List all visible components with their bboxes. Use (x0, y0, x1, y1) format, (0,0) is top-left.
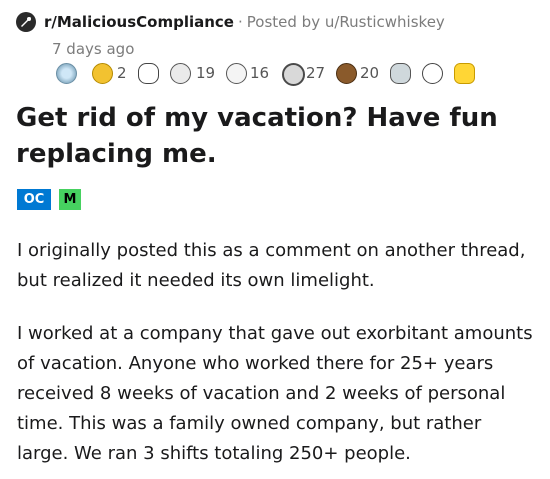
awards-bar[interactable]: 2 19 16 27 20 (56, 62, 536, 86)
post-body-paragraph-1: I originally posted this as a comment on… (17, 240, 526, 291)
snoo-award-icon (422, 63, 443, 84)
silver-coin-award-icon (282, 63, 305, 86)
gold-upvote-award-icon (454, 63, 475, 84)
flair-m[interactable]: M (59, 189, 81, 210)
mind-blown-award-icon (390, 63, 411, 84)
award-count: 16 (250, 64, 270, 82)
award-count: 2 (117, 64, 127, 82)
post-meta-line: r/MaliciousCompliance · Posted by u/Rustic… (44, 13, 445, 31)
author-link[interactable]: u/Rusticwhiskey (325, 13, 445, 31)
post-body-paragraph-2: I worked at a company that gave out exor… (17, 323, 533, 464)
flair-oc[interactable]: OC (17, 189, 51, 210)
wholesome-hands-award-icon (138, 63, 159, 84)
meta-separator: · (237, 13, 243, 31)
subreddit-icon[interactable] (16, 12, 36, 32)
post-header: r/MaliciousCompliance · Posted by u/Rustic… (16, 10, 536, 34)
helpful-award-icon (226, 63, 247, 84)
posted-by-label: Posted by (246, 13, 321, 31)
award-count: 27 (306, 64, 326, 82)
award-count: 19 (196, 64, 216, 82)
bear-award-icon (336, 63, 357, 84)
gold-star-award-icon (92, 63, 113, 84)
silver-face-award-icon (56, 63, 77, 84)
post-title[interactable]: Get rid of my vacation? Have fun replaci… (16, 100, 536, 172)
post-timestamp[interactable]: 7 days ago (52, 40, 134, 58)
hugz-award-icon (170, 63, 191, 84)
award-count: 20 (360, 64, 380, 82)
subreddit-link[interactable]: r/MaliciousCompliance (44, 13, 234, 31)
